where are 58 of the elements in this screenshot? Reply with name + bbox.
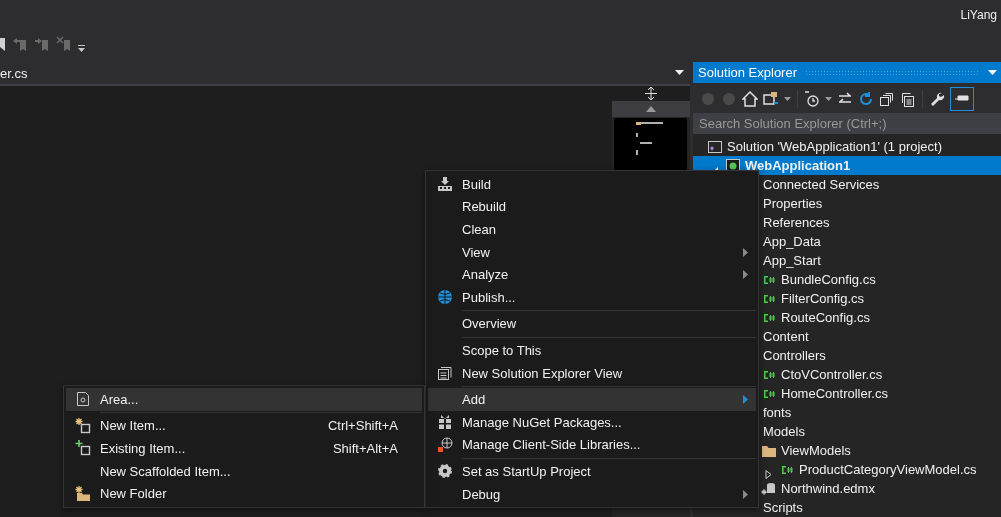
new-item-icon	[75, 417, 91, 434]
document-icon	[76, 391, 90, 408]
pin-icon[interactable]	[950, 87, 974, 111]
refresh-icon	[858, 91, 874, 107]
menu-item[interactable]: New Scaffolded Item...	[66, 459, 422, 483]
next-bookmark-icon	[34, 36, 50, 52]
history-icon	[804, 91, 820, 107]
collapse-icon	[879, 91, 895, 107]
menu-item[interactable]: Existing Item... Shift+Alt+A	[66, 437, 422, 460]
wrench-icon	[929, 91, 945, 107]
menu-item[interactable]: Add	[428, 388, 756, 411]
panel-title: Solution Explorer	[698, 65, 797, 81]
overflow-icon	[78, 43, 86, 53]
previous-bookmark-icon	[12, 36, 28, 52]
settings-icon	[437, 463, 453, 480]
csharp-file-icon	[761, 273, 777, 286]
shortcut-label: Ctrl+Shift+A	[327, 418, 399, 434]
shortcut-label: Shift+Alt+A	[332, 441, 399, 456]
database-icon	[761, 480, 777, 497]
globe-icon	[437, 289, 453, 306]
home-icon	[742, 91, 758, 107]
library-globe-icon	[437, 436, 453, 453]
new-folder-icon	[75, 485, 91, 502]
scroll-up-icon	[646, 106, 656, 112]
menu-item[interactable]: Scope to This	[428, 339, 756, 362]
menu-item[interactable]: Rebuild	[428, 195, 756, 219]
menu-item[interactable]: Manage NuGet Packages...	[428, 410, 756, 434]
sync-icon	[763, 91, 779, 107]
dropdown-icon	[988, 69, 997, 76]
csharp-file-icon	[761, 292, 777, 305]
menu-item[interactable]: Clean	[428, 218, 756, 241]
menu-item[interactable]: New Folder	[66, 482, 422, 505]
windows-icon	[437, 365, 453, 382]
clear-bookmark-icon	[56, 36, 72, 52]
caret-icon	[784, 97, 791, 101]
add-item-icon	[75, 440, 91, 457]
build-icon	[437, 176, 453, 193]
user-name[interactable]: LiYang	[960, 8, 997, 22]
split-icon	[645, 87, 657, 100]
menu-item[interactable]: New Item... Ctrl+Shift+A	[66, 414, 422, 438]
tree-item[interactable]: WebApplication1	[693, 156, 1001, 175]
folder-icon	[761, 443, 777, 458]
dropdown-icon	[675, 70, 684, 76]
menu-item[interactable]: Area...	[66, 388, 422, 411]
solution-icon	[707, 138, 723, 155]
csharp-file-icon	[761, 311, 777, 324]
csharp-file-icon	[779, 463, 795, 476]
expander-icon[interactable]	[765, 469, 773, 479]
file-tab[interactable]: er.cs	[0, 65, 28, 81]
caret-icon	[825, 97, 832, 101]
csharp-file-icon	[761, 387, 777, 400]
menu-item[interactable]: View	[428, 240, 756, 264]
search-field[interactable]: Search Solution Explorer (Ctrl+;)	[693, 112, 1001, 134]
menu-item[interactable]: Build	[428, 173, 756, 196]
package-icon	[437, 414, 453, 431]
tree-item[interactable]: Solution 'WebApplication1' (1 project)	[693, 137, 1001, 156]
csharp-file-icon	[761, 368, 777, 381]
copy-icon	[900, 91, 916, 107]
